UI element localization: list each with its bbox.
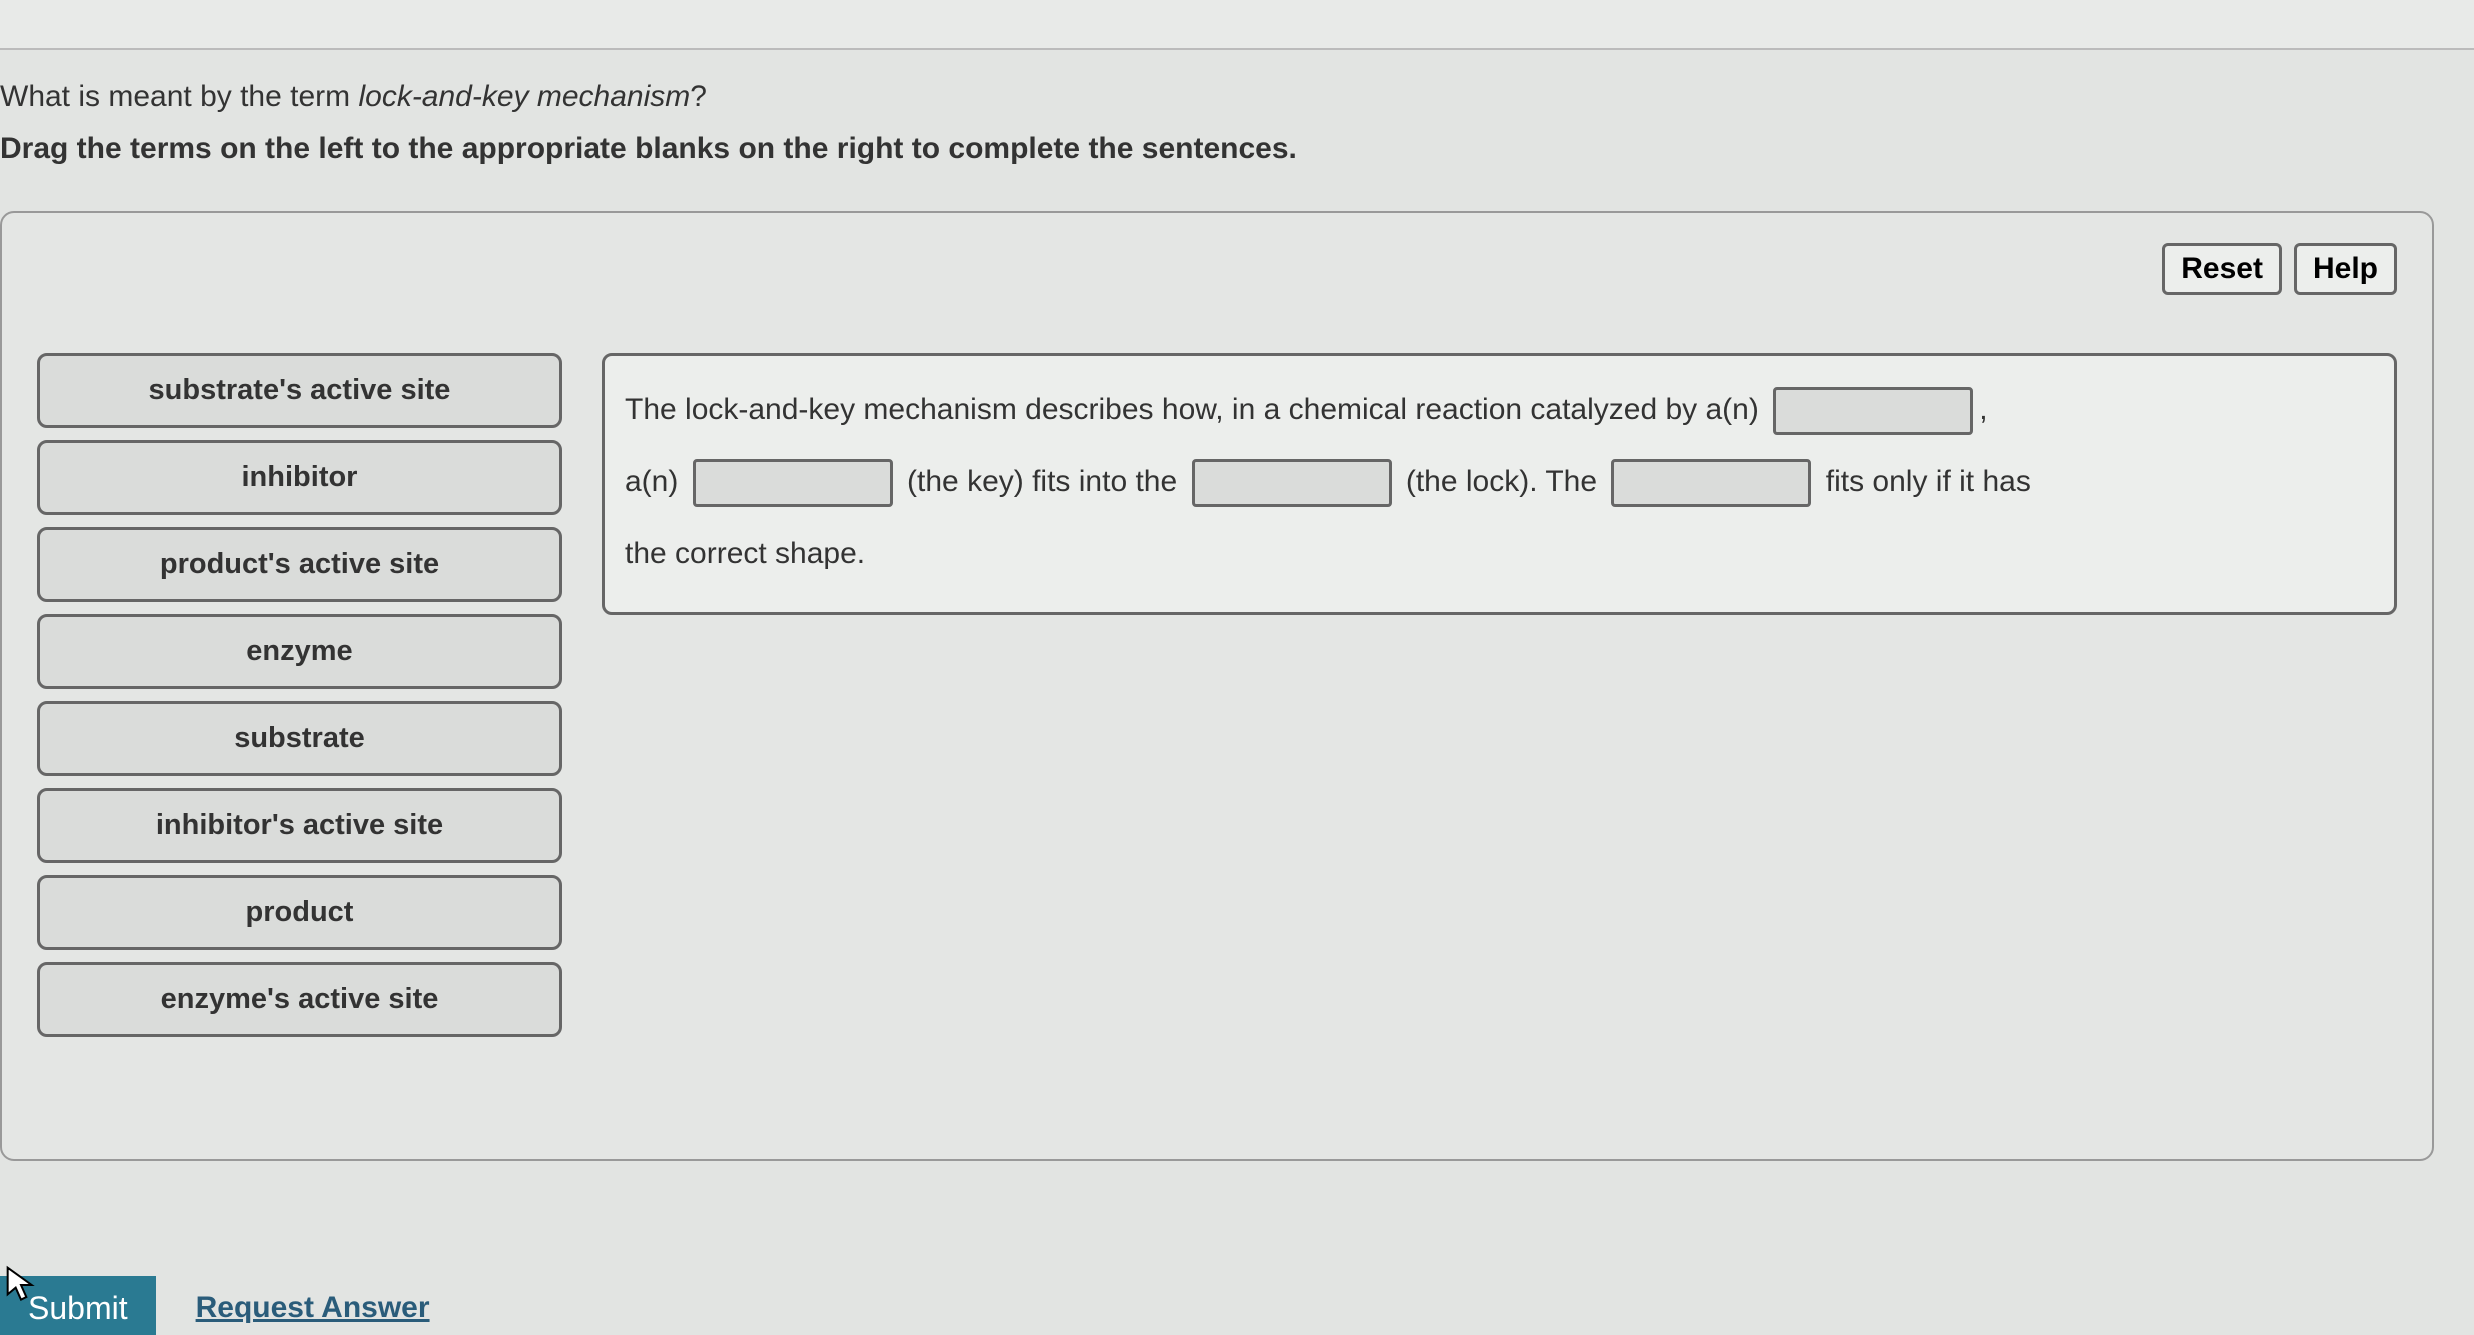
content-row: substrate's active site inhibitor produc… — [37, 353, 2397, 1037]
term-tile[interactable]: inhibitor's active site — [37, 788, 562, 863]
question-suffix: ? — [690, 80, 707, 113]
instructions-text: Drag the terms on the left to the approp… — [0, 132, 2474, 166]
terms-column: substrate's active site inhibitor produc… — [37, 353, 562, 1037]
sentence-part: The lock-and-key mechanism describes how… — [625, 393, 1759, 426]
term-tile[interactable]: enzyme's active site — [37, 962, 562, 1037]
term-tile[interactable]: substrate — [37, 701, 562, 776]
blank-slot-2[interactable] — [693, 459, 893, 507]
reset-button[interactable]: Reset — [2162, 243, 2282, 295]
sentence-box: The lock-and-key mechanism describes how… — [602, 353, 2397, 615]
footer-row: Submit Request Answer — [0, 1276, 430, 1335]
term-tile[interactable]: product — [37, 875, 562, 950]
question-area: What is meant by the term lock-and-key m… — [0, 50, 2474, 211]
term-tile[interactable]: product's active site — [37, 527, 562, 602]
term-tile[interactable]: enzyme — [37, 614, 562, 689]
request-answer-link[interactable]: Request Answer — [196, 1291, 430, 1335]
help-button[interactable]: Help — [2294, 243, 2397, 295]
sentence-part: the correct shape. — [625, 537, 865, 570]
sentence-part: fits only if it has — [1826, 465, 2031, 498]
blank-slot-1[interactable] — [1773, 387, 1973, 435]
sentence-comma: , — [1979, 393, 1987, 426]
question-prefix: What is meant by the term — [0, 80, 358, 113]
top-bar — [0, 0, 2474, 50]
question-italic: lock-and-key mechanism — [358, 80, 690, 113]
blank-slot-4[interactable] — [1611, 459, 1811, 507]
sentence-part: (the key) fits into the — [907, 465, 1177, 498]
workspace-top-buttons: Reset Help — [2162, 243, 2397, 295]
workspace-panel: Reset Help substrate's active site inhib… — [0, 211, 2434, 1161]
term-tile[interactable]: substrate's active site — [37, 353, 562, 428]
blank-slot-3[interactable] — [1192, 459, 1392, 507]
term-tile[interactable]: inhibitor — [37, 440, 562, 515]
question-text: What is meant by the term lock-and-key m… — [0, 80, 2474, 114]
sentence-part: a(n) — [625, 465, 678, 498]
sentence-part: (the lock). The — [1406, 465, 1597, 498]
cursor-icon — [5, 1265, 37, 1305]
